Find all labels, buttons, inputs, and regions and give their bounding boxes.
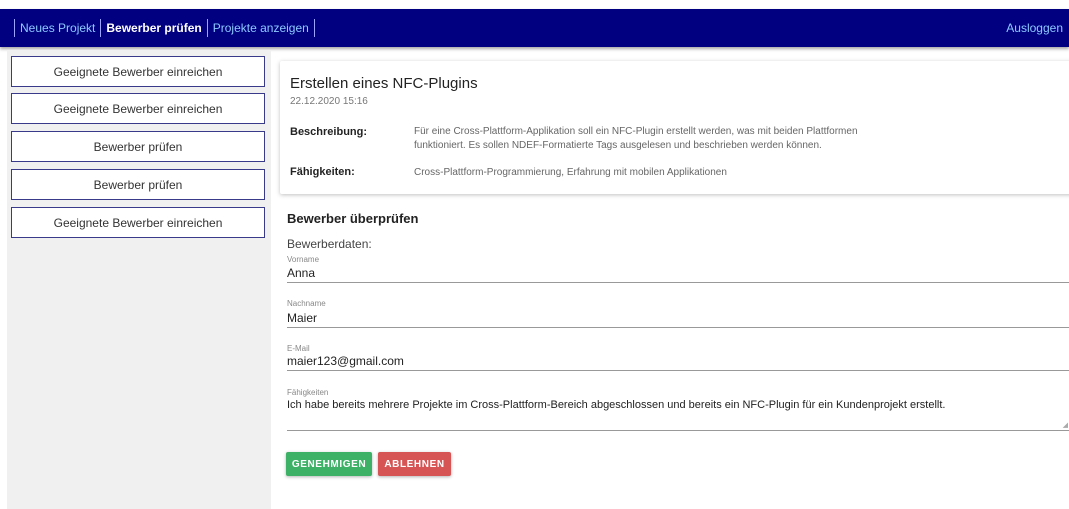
- lastname-field[interactable]: Nachname Maier: [287, 297, 1069, 328]
- nav-divider: [313, 19, 315, 37]
- sidebar-item-review-applicants[interactable]: Bewerber prüfen: [11, 169, 265, 200]
- project-card: Erstellen eines NFC-Plugins 22.12.2020 1…: [280, 61, 1069, 194]
- lastname-label: Nachname: [287, 299, 326, 308]
- reject-button[interactable]: ABLEHNEN: [378, 452, 451, 476]
- nav-divider: [206, 19, 208, 37]
- sidebar-item-submit-applicants[interactable]: Geeignete Bewerber einreichen: [11, 93, 265, 124]
- sidebar-item-submit-applicants[interactable]: Geeignete Bewerber einreichen: [11, 207, 265, 238]
- firstname-label: Vorname: [287, 255, 320, 264]
- project-date: 22.12.2020 15:16: [290, 96, 368, 107]
- nav-link-new-project[interactable]: Neues Projekt: [20, 21, 95, 35]
- nav-divider: [100, 19, 102, 37]
- review-section-title: Bewerber überprüfen: [287, 211, 419, 226]
- skills-field-value[interactable]: Ich habe bereits mehrere Projekte im Cro…: [287, 399, 945, 411]
- project-description: Für eine Cross-Plattform-Applikation sol…: [414, 126, 858, 151]
- skills-textarea[interactable]: Fähigkeiten Ich habe bereits mehrere Pro…: [287, 386, 1069, 431]
- email-value[interactable]: maier123@gmail.com: [287, 354, 404, 368]
- skills-label: Fähigkeiten:: [290, 166, 355, 178]
- logout-link[interactable]: Ausloggen: [1006, 21, 1063, 35]
- description-label: Beschreibung:: [290, 126, 368, 138]
- nav-links: Neues Projekt Bewerber prüfen Projekte a…: [9, 9, 320, 47]
- nav-link-show-projects[interactable]: Projekte anzeigen: [213, 21, 309, 35]
- sidebar-item-submit-applicants[interactable]: Geeignete Bewerber einreichen: [11, 56, 265, 87]
- lastname-value[interactable]: Maier: [287, 311, 317, 325]
- firstname-value[interactable]: Anna: [287, 266, 315, 280]
- email-field[interactable]: E-Mail maier123@gmail.com: [287, 342, 1069, 371]
- approve-button[interactable]: GENEHMIGEN: [286, 452, 372, 476]
- resize-handle-icon[interactable]: ◢: [1063, 421, 1068, 429]
- project-title: Erstellen eines NFC-Plugins: [290, 75, 478, 92]
- applicant-data-label: Bewerberdaten:: [287, 237, 372, 251]
- sidebar: Geeignete Bewerber einreichen Geeignete …: [7, 51, 271, 509]
- firstname-field[interactable]: Vorname Anna: [287, 253, 1069, 283]
- skills-field-label: Fähigkeiten: [287, 388, 329, 397]
- sidebar-item-review-applicants[interactable]: Bewerber prüfen: [11, 131, 265, 162]
- top-navbar: Neues Projekt Bewerber prüfen Projekte a…: [0, 9, 1069, 47]
- nav-link-review-applicants[interactable]: Bewerber prüfen: [106, 21, 201, 35]
- email-label: E-Mail: [287, 344, 310, 353]
- project-skills: Cross-Plattform-Programmierung, Erfahrun…: [414, 167, 727, 178]
- nav-divider: [14, 19, 15, 37]
